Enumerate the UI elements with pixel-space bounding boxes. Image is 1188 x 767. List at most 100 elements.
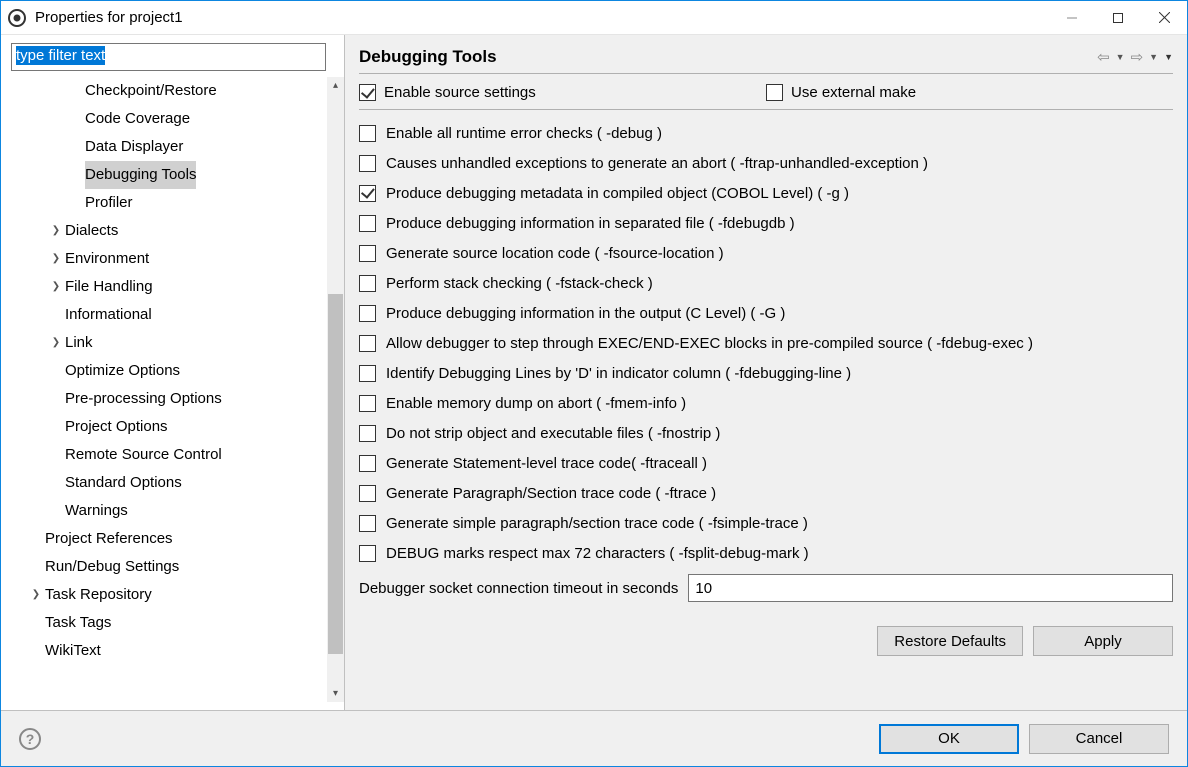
option-checkbox[interactable] [359, 275, 376, 292]
maximize-button[interactable] [1095, 1, 1141, 35]
tree-item-label: Data Displayer [85, 133, 183, 161]
tree-item[interactable]: ❯Task Repository [11, 581, 338, 609]
expand-icon[interactable]: ❯ [49, 273, 63, 301]
option-checkbox[interactable] [359, 545, 376, 562]
option-checkbox[interactable] [359, 305, 376, 322]
expand-icon[interactable]: ❯ [49, 217, 63, 245]
tree-item[interactable]: Pre-processing Options [11, 385, 338, 413]
scroll-up-icon[interactable]: ▴ [327, 77, 344, 94]
page-button-row: Restore Defaults Apply [359, 626, 1173, 656]
page-title: Debugging Tools [359, 47, 1097, 67]
tree-item[interactable]: Profiler [11, 189, 338, 217]
tree-item-label: Profiler [85, 189, 133, 217]
option-label: Generate Statement-level trace code( -ft… [386, 455, 707, 472]
tree-item[interactable]: Project Options [11, 413, 338, 441]
tree-item[interactable]: Run/Debug Settings [11, 553, 338, 581]
tree-item-label: Pre-processing Options [65, 385, 222, 413]
properties-dialog: Properties for project1 type filter text… [0, 0, 1188, 767]
minimize-button[interactable] [1049, 1, 1095, 35]
option-checkbox[interactable] [359, 425, 376, 442]
back-icon[interactable]: ⇦ [1097, 48, 1110, 66]
page-header: Debugging Tools ⇦ ▼ ⇨ ▼ ▼ [359, 47, 1173, 74]
option-row: Do not strip object and executable files… [359, 418, 1173, 448]
restore-defaults-button[interactable]: Restore Defaults [877, 626, 1023, 656]
tree-item[interactable]: ❯Link [11, 329, 338, 357]
option-checkbox[interactable] [359, 335, 376, 352]
tree-item[interactable]: Task Tags [11, 609, 338, 637]
tree-item[interactable]: WikiText [11, 637, 338, 665]
expand-icon[interactable]: ❯ [29, 581, 43, 609]
tree-item-label: Debugging Tools [85, 161, 196, 189]
forward-menu-icon[interactable]: ▼ [1149, 52, 1158, 62]
tree-item-label: Task Tags [45, 609, 111, 637]
option-row: Enable all runtime error checks ( -debug… [359, 118, 1173, 148]
external-make-checkbox[interactable] [766, 84, 783, 101]
expand-icon[interactable]: ❯ [49, 245, 63, 273]
tree-item-label: Optimize Options [65, 357, 180, 385]
tree-item[interactable]: Code Coverage [11, 105, 338, 133]
close-button[interactable] [1141, 1, 1187, 35]
option-checkbox[interactable] [359, 215, 376, 232]
tree-item[interactable]: Warnings [11, 497, 338, 525]
option-row: Produce debugging information in separat… [359, 208, 1173, 238]
expand-icon[interactable]: ❯ [49, 329, 63, 357]
nav-pane: type filter text Checkpoint/RestoreCode … [1, 35, 345, 710]
tree-item[interactable]: ❯Environment [11, 245, 338, 273]
tree-item-label: Informational [65, 301, 152, 329]
option-checkbox[interactable] [359, 485, 376, 502]
tree-item-label: Dialects [65, 217, 118, 245]
option-label: Enable memory dump on abort ( -fmem-info… [386, 395, 686, 412]
timeout-input[interactable] [688, 574, 1173, 602]
tree-item[interactable]: Standard Options [11, 469, 338, 497]
option-label: Generate simple paragraph/section trace … [386, 515, 808, 532]
tree-item[interactable]: Project References [11, 525, 338, 553]
tree-item[interactable]: Checkpoint/Restore [11, 77, 338, 105]
apply-button[interactable]: Apply [1033, 626, 1173, 656]
nav-tree: Checkpoint/RestoreCode CoverageData Disp… [11, 77, 338, 665]
options-list: Enable all runtime error checks ( -debug… [359, 118, 1173, 568]
option-checkbox[interactable] [359, 455, 376, 472]
option-row: Generate Statement-level trace code( -ft… [359, 448, 1173, 478]
enable-source-label: Enable source settings [384, 84, 536, 101]
option-checkbox[interactable] [359, 395, 376, 412]
option-label: DEBUG marks respect max 72 characters ( … [386, 545, 809, 562]
cancel-button[interactable]: Cancel [1029, 724, 1169, 754]
option-row: Generate simple paragraph/section trace … [359, 508, 1173, 538]
option-row: Generate source location code ( -fsource… [359, 238, 1173, 268]
tree-scrollbar[interactable]: ▴ ▾ [327, 77, 344, 702]
scroll-down-icon[interactable]: ▾ [327, 685, 344, 702]
tree-item[interactable]: Informational [11, 301, 338, 329]
tree-item-label: Code Coverage [85, 105, 190, 133]
option-checkbox[interactable] [359, 185, 376, 202]
back-menu-icon[interactable]: ▼ [1116, 52, 1125, 62]
tree-item-label: Run/Debug Settings [45, 553, 179, 581]
enable-source-checkbox[interactable] [359, 84, 376, 101]
page-menu-icon[interactable]: ▼ [1164, 52, 1173, 62]
tree-item[interactable]: Remote Source Control [11, 441, 338, 469]
tree-item[interactable]: Data Displayer [11, 133, 338, 161]
forward-icon[interactable]: ⇨ [1131, 48, 1144, 66]
option-checkbox[interactable] [359, 155, 376, 172]
page-body: Enable source settings Use external make… [359, 84, 1173, 700]
tree-item-label: Link [65, 329, 93, 357]
top-options-row: Enable source settings Use external make [359, 84, 1173, 110]
tree-item-label: Task Repository [45, 581, 152, 609]
tree-item[interactable]: Optimize Options [11, 357, 338, 385]
tree-item[interactable]: ❯File Handling [11, 273, 338, 301]
filter-input[interactable]: type filter text [11, 43, 326, 71]
tree-item-label: File Handling [65, 273, 153, 301]
tree-item-label: Environment [65, 245, 149, 273]
scroll-thumb[interactable] [328, 294, 343, 654]
tree-item[interactable]: ❯Dialects [11, 217, 338, 245]
option-checkbox[interactable] [359, 245, 376, 262]
option-checkbox[interactable] [359, 515, 376, 532]
option-row: Produce debugging information in the out… [359, 298, 1173, 328]
tree-item-label: Warnings [65, 497, 128, 525]
option-label: Generate Paragraph/Section trace code ( … [386, 485, 716, 502]
option-checkbox[interactable] [359, 125, 376, 142]
help-icon[interactable]: ? [19, 728, 41, 750]
option-checkbox[interactable] [359, 365, 376, 382]
tree-item[interactable]: Debugging Tools [11, 161, 338, 189]
ok-button[interactable]: OK [879, 724, 1019, 754]
window-title: Properties for project1 [35, 9, 1049, 26]
